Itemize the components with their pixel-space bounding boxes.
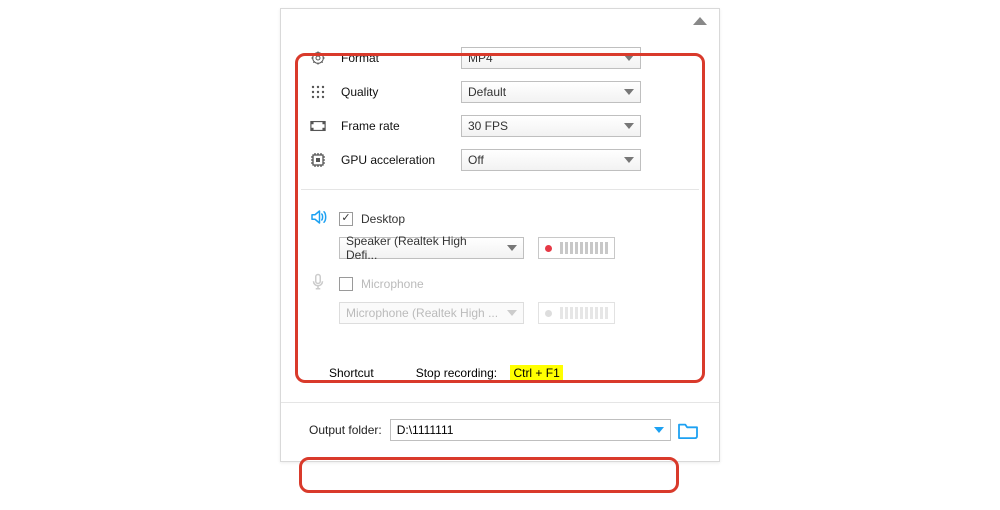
shortcut-label: Shortcut [329, 366, 374, 380]
output-folder-path: D:\1111111 [397, 423, 454, 437]
gpu-row: GPU acceleration Off [309, 149, 691, 171]
microphone-device-value: Microphone (Realtek High ... [346, 306, 498, 320]
desktop-device-value: Speaker (Realtek High Defi... [346, 234, 501, 262]
gpu-value: Off [468, 153, 484, 167]
desktop-checkbox[interactable] [339, 212, 353, 226]
output-folder-select[interactable]: D:\1111111 [390, 419, 671, 441]
chevron-down-icon [624, 157, 634, 163]
settings-panel: Format MP4 Quality Default Frame rate 30… [280, 8, 720, 462]
quality-row: Quality Default [309, 81, 691, 103]
desktop-level-meter [538, 237, 615, 259]
output-folder-label: Output folder: [309, 423, 382, 437]
collapse-icon[interactable] [693, 17, 707, 25]
microphone-device-select: Microphone (Realtek High ... [339, 302, 524, 324]
frame-rate-label: Frame rate [341, 119, 461, 133]
video-settings-section: Format MP4 Quality Default Frame rate 30… [281, 29, 719, 189]
speaker-icon [309, 208, 331, 229]
browse-folder-button[interactable] [677, 421, 699, 439]
chevron-down-icon [624, 123, 634, 129]
microphone-checkbox[interactable] [339, 277, 353, 291]
chevron-down-icon [624, 55, 634, 61]
stop-recording-group: Stop recording: Ctrl + F1 [416, 366, 563, 380]
stop-recording-key[interactable]: Ctrl + F1 [510, 365, 562, 381]
quality-label: Quality [341, 85, 461, 99]
record-indicator-icon [545, 310, 552, 317]
panel-collapse-row [281, 9, 719, 29]
quality-select[interactable]: Default [461, 81, 641, 103]
desktop-device-row: Speaker (Realtek High Defi... [339, 237, 691, 259]
desktop-device-select[interactable]: Speaker (Realtek High Defi... [339, 237, 524, 259]
format-row: Format MP4 [309, 47, 691, 69]
gpu-icon [309, 151, 327, 169]
microphone-icon [309, 273, 331, 294]
format-select[interactable]: MP4 [461, 47, 641, 69]
microphone-device-row: Microphone (Realtek High ... [339, 302, 691, 324]
quality-icon [309, 83, 327, 101]
annotation-output-highlight [299, 457, 679, 493]
format-label: Format [341, 51, 461, 65]
frame-rate-row: Frame rate 30 FPS [309, 115, 691, 137]
desktop-label: Desktop [361, 212, 405, 226]
format-icon [309, 49, 327, 67]
frame-rate-icon [309, 117, 327, 135]
level-bars [560, 307, 608, 319]
format-value: MP4 [468, 51, 493, 65]
gpu-label: GPU acceleration [341, 153, 461, 167]
chevron-down-icon [624, 89, 634, 95]
frame-rate-select[interactable]: 30 FPS [461, 115, 641, 137]
shortcut-row: Shortcut Stop recording: Ctrl + F1 [281, 356, 719, 402]
quality-value: Default [468, 85, 506, 99]
record-indicator-icon [545, 245, 552, 252]
output-footer: Output folder: D:\1111111 [281, 402, 719, 461]
chevron-down-icon [654, 427, 664, 433]
microphone-label: Microphone [361, 277, 424, 291]
gpu-select[interactable]: Off [461, 149, 641, 171]
audio-settings-section: Desktop Speaker (Realtek High Defi... Mi… [281, 190, 719, 356]
level-bars [560, 242, 608, 254]
frame-rate-value: 30 FPS [468, 119, 508, 133]
stop-recording-label: Stop recording: [416, 366, 497, 380]
chevron-down-icon [507, 310, 517, 316]
microphone-audio-row: Microphone [309, 273, 691, 294]
chevron-down-icon [507, 245, 517, 251]
desktop-audio-row: Desktop [309, 208, 691, 229]
microphone-level-meter [538, 302, 615, 324]
